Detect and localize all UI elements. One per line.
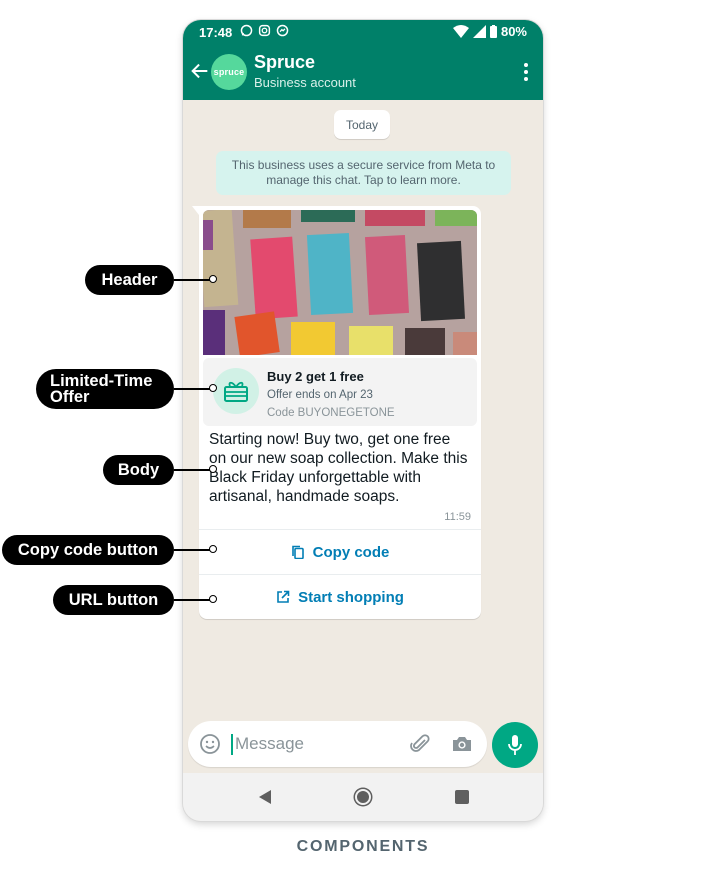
more-options-icon[interactable] (523, 62, 529, 82)
copy-code-label: Copy code (312, 543, 390, 561)
contact-name[interactable]: Spruce (254, 52, 315, 73)
whatsapp-notification-icon (240, 24, 253, 37)
nav-back-icon[interactable] (258, 789, 272, 805)
messenger-notification-icon (276, 24, 289, 37)
emoji-icon[interactable] (199, 733, 221, 755)
callout-header: Header (85, 265, 174, 295)
status-time: 17:48 (199, 25, 233, 40)
callout-url-button: URL button (53, 585, 174, 615)
status-bar: 17:48 80% (183, 20, 543, 44)
camera-icon[interactable] (451, 733, 473, 755)
callout-dot (209, 545, 217, 553)
offer-expiry: Offer ends on Apr 23 (267, 389, 373, 401)
chat-area[interactable]: Today This business uses a secure servic… (183, 100, 543, 790)
signal-icon (472, 25, 486, 38)
contact-subtitle: Business account (254, 75, 356, 90)
message-composer (188, 721, 487, 767)
date-chip: Today (334, 110, 390, 139)
callout-dot (209, 595, 217, 603)
battery-icon (489, 25, 497, 38)
offer-code: Code BUYONEGETONE (267, 407, 395, 419)
callout-body: Body (103, 455, 174, 485)
header-image[interactable] (203, 210, 477, 355)
callout-copy-code-button: Copy code button (2, 535, 174, 565)
battery-level: 80% (500, 24, 527, 39)
limited-time-offer-card: Buy 2 get 1 free Offer ends on Apr 23 Co… (203, 358, 477, 426)
message-body: Starting now! Buy two, get one free on o… (209, 431, 468, 505)
callout-dot (209, 275, 217, 283)
message-input[interactable] (235, 731, 395, 757)
microphone-icon (508, 735, 522, 755)
attach-icon[interactable] (409, 733, 431, 755)
soap-photo (203, 210, 477, 355)
open-external-icon (277, 590, 290, 603)
avatar[interactable]: spruce (211, 54, 247, 90)
callout-dot (209, 465, 217, 473)
copy-code-button[interactable]: Copy code (199, 530, 481, 574)
voice-message-button[interactable] (492, 722, 538, 768)
phone-frame: 17:48 80% spruce Spruce Business account… (183, 20, 543, 821)
message-time: 11:59 (444, 511, 471, 523)
callout-dot (209, 384, 217, 392)
chat-header: spruce Spruce Business account (183, 44, 543, 100)
copy-icon (291, 545, 304, 559)
url-button-label: Start shopping (298, 588, 404, 606)
encryption-notice[interactable]: This business uses a secure service from… (216, 151, 511, 195)
nav-home-icon[interactable] (355, 789, 371, 805)
template-message-bubble: Buy 2 get 1 free Offer ends on Apr 23 Co… (192, 206, 481, 619)
system-nav-bar (183, 773, 543, 821)
url-button[interactable]: Start shopping (199, 575, 481, 619)
nav-recents-icon[interactable] (455, 790, 469, 804)
back-arrow-icon[interactable] (189, 60, 211, 82)
wifi-icon (452, 25, 469, 38)
offer-title: Buy 2 get 1 free (267, 369, 364, 384)
figure-caption: COMPONENTS (296, 838, 430, 855)
callout-limited-time-offer: Limited-Time Offer (36, 369, 174, 409)
instagram-notification-icon (258, 24, 271, 37)
gift-icon (224, 381, 248, 402)
